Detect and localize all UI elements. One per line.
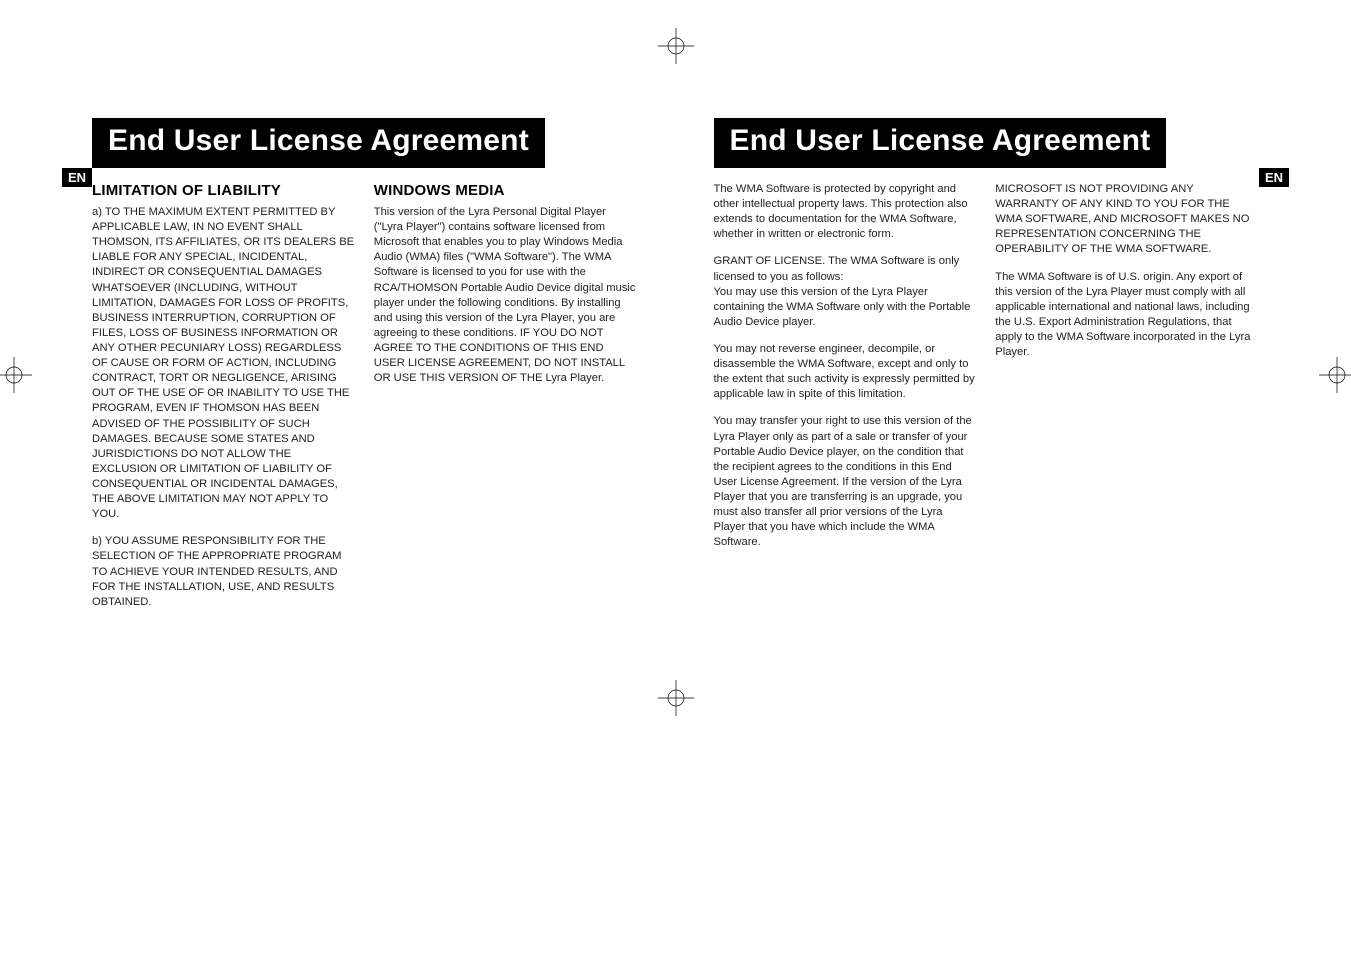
left-col1: LIMITATION OF LIABILITY a) TO THE MAXIMU… <box>92 182 356 622</box>
right-col1: The WMA Software is protected by copyrig… <box>714 182 978 562</box>
lang-badge-right: EN <box>1259 168 1289 187</box>
right-col2: MICROSOFT IS NOT PROVIDING ANY WARRANTY … <box>995 182 1259 562</box>
right-columns: The WMA Software is protected by copyrig… <box>714 182 1260 562</box>
registration-mark-icon <box>658 680 694 716</box>
left-page: End User License Agreement EN LIMITATION… <box>0 0 676 954</box>
para-wma-grant: GRANT OF LICENSE. The WMA Software is on… <box>714 254 978 330</box>
right-title-bar: End User License Agreement <box>714 118 1167 168</box>
para-wma-transfer: You may transfer your right to use this … <box>714 414 978 550</box>
left-title-bar: End User License Agreement <box>92 118 545 168</box>
heading-windows-media: WINDOWS MEDIA <box>374 182 638 199</box>
page-spread: End User License Agreement EN LIMITATION… <box>0 0 1351 954</box>
left-col2: WINDOWS MEDIA This version of the Lyra P… <box>374 182 638 622</box>
para-wma-copyright: The WMA Software is protected by copyrig… <box>714 182 978 242</box>
registration-mark-icon <box>1319 357 1351 393</box>
para-wma-reverse: You may not reverse engineer, decompile,… <box>714 342 978 402</box>
lang-badge-left: EN <box>62 168 92 187</box>
para-ms-warranty: MICROSOFT IS NOT PROVIDING ANY WARRANTY … <box>995 182 1259 258</box>
registration-mark-icon <box>0 357 32 393</box>
left-columns: LIMITATION OF LIABILITY a) TO THE MAXIMU… <box>92 182 638 622</box>
right-page: End User License Agreement EN The WMA So… <box>676 0 1351 954</box>
para-wma-export: The WMA Software is of U.S. origin. Any … <box>995 270 1259 361</box>
para-limitation-a: a) TO THE MAXIMUM EXTENT PERMITTED BY AP… <box>92 205 356 522</box>
para-windows-media: This version of the Lyra Personal Digita… <box>374 205 638 386</box>
para-limitation-b: b) YOU ASSUME RESPONSIBILITY FOR THE SEL… <box>92 534 356 610</box>
registration-mark-icon <box>658 28 694 64</box>
heading-limitation: LIMITATION OF LIABILITY <box>92 182 356 199</box>
